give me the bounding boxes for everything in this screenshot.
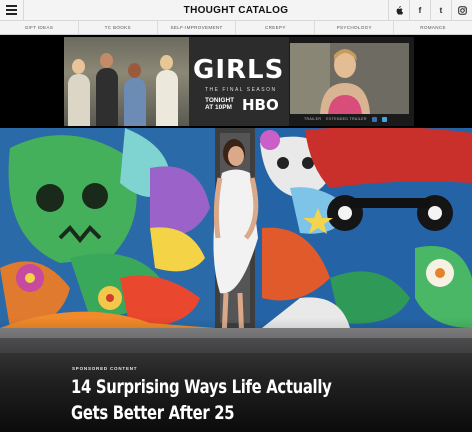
ad-video-preview[interactable]	[290, 43, 409, 114]
hamburger-menu-icon[interactable]	[0, 0, 24, 21]
ad-twitter-icon[interactable]	[381, 116, 387, 122]
nav-item-romance[interactable]: ROMANCE	[394, 21, 472, 34]
instagram-icon[interactable]	[451, 0, 472, 21]
ad-airtime-line1: TONIGHT	[205, 97, 235, 104]
sponsored-label: SPONSORED CONTENT	[72, 366, 138, 371]
ad-airtime-line2: AT 10PM	[205, 104, 232, 111]
nav-item-gift-ideas[interactable]: GIFT IDEAS	[0, 21, 79, 34]
social-links: f t	[388, 0, 472, 21]
ad-airtime: TONIGHT AT 10PM	[205, 97, 234, 111]
apple-icon[interactable]	[388, 0, 409, 21]
nav-item-psychology[interactable]: PSYCHOLOGY	[315, 21, 395, 34]
nav-item-tc-books[interactable]: TC BOOKS	[79, 21, 158, 34]
facebook-glyph: f	[418, 6, 422, 15]
ad-title: GIRLS	[193, 55, 285, 85]
facebook-icon[interactable]: f	[409, 0, 430, 21]
twitter-icon[interactable]: t	[430, 0, 451, 21]
twitter-glyph: t	[439, 6, 443, 15]
ad-network-logo: HBO	[242, 96, 279, 114]
nav-item-creepy[interactable]: CREEPY	[236, 21, 316, 34]
ad-extended-trailer-link[interactable]: EXTENDED TRAILER	[326, 117, 366, 121]
headline-line-1: 14 Surprising Ways Life Actually	[71, 376, 332, 398]
ad-subtitle: THE FINAL SEASON	[205, 87, 277, 93]
ad-facebook-icon[interactable]	[371, 116, 377, 122]
advertisement-banner[interactable]: GIRLS THE FINAL SEASON TONIGHT AT 10PM H…	[64, 37, 414, 126]
ad-cast-photo	[64, 37, 189, 126]
hero-article[interactable]: SPONSORED CONTENT 14 Surprising Ways Lif…	[0, 128, 472, 432]
ad-footer: TRAILER EXTENDED TRAILER	[290, 115, 409, 123]
ad-title-panel: GIRLS THE FINAL SEASON TONIGHT AT 10PM H…	[189, 37, 289, 126]
ad-trailer-link[interactable]: TRAILER	[304, 117, 321, 121]
category-nav: GIFT IDEAS TC BOOKS SELF-IMPROVEMENT CRE…	[0, 21, 472, 35]
nav-item-self-improvement[interactable]: SELF-IMPROVEMENT	[158, 21, 237, 34]
headline-line-2: Gets Better After 25	[71, 402, 235, 424]
article-headline[interactable]: 14 Surprising Ways Life Actually Gets Be…	[71, 374, 332, 426]
ad-video-figure	[290, 43, 409, 114]
